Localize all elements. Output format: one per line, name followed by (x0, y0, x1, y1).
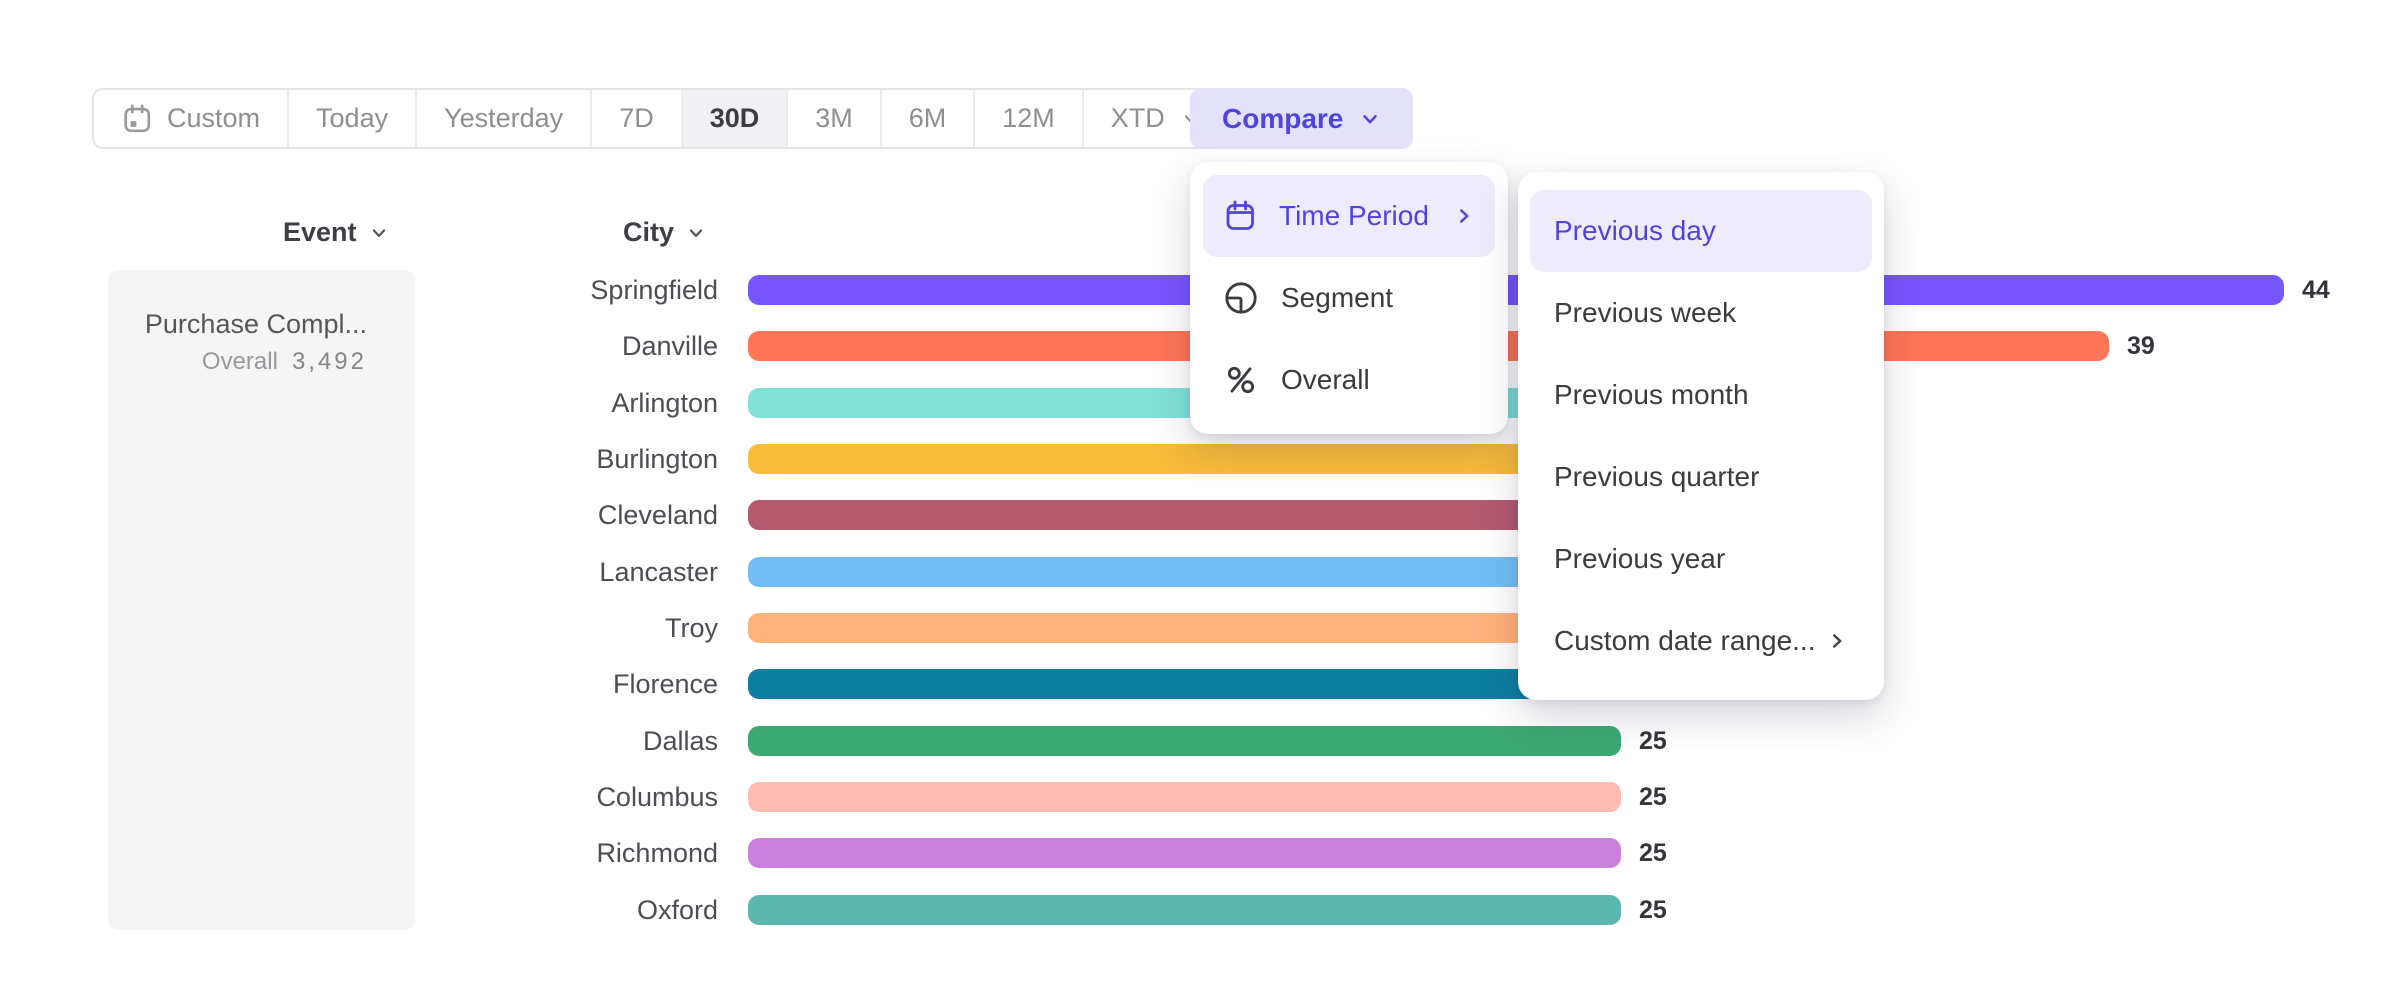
toolbar-item-label: 3M (815, 103, 853, 134)
submenu-item-label: Previous quarter (1554, 461, 1759, 493)
toolbar-item-6m[interactable]: 6M (882, 90, 976, 147)
bar-value-label: 25 (1639, 726, 1667, 756)
toolbar-item-today[interactable]: Today (289, 90, 417, 147)
compare-button[interactable]: Compare (1190, 88, 1413, 149)
submenu-item-previous-quarter[interactable]: Previous quarter (1530, 436, 1872, 518)
toolbar-item-label: 6M (909, 103, 947, 134)
bar-category-label: Cleveland (380, 500, 718, 530)
submenu-item-previous-week[interactable]: Previous week (1530, 272, 1872, 354)
chevron-down-icon (369, 223, 389, 243)
bar-oxford[interactable] (748, 895, 1621, 925)
bar-category-label: Oxford (380, 895, 718, 925)
calendar-icon (121, 103, 153, 135)
submenu-item-label: Previous month (1554, 379, 1749, 411)
bar-dallas[interactable] (748, 726, 1621, 756)
bar-category-label: Troy (380, 613, 718, 643)
submenu-item-label: Custom date range... (1554, 625, 1815, 657)
compare-menu-item-overall[interactable]: Overall (1203, 339, 1495, 421)
event-column-header[interactable]: Event (283, 217, 389, 248)
toolbar-item-12m[interactable]: 12M (975, 90, 1084, 147)
bar-value-label: 25 (1639, 838, 1667, 868)
toolbar-item-label: 12M (1002, 103, 1055, 134)
bar-richmond[interactable] (748, 838, 1621, 868)
menu-item-label: Overall (1281, 364, 1370, 396)
submenu-item-label: Previous week (1554, 297, 1736, 329)
submenu-item-previous-year[interactable]: Previous year (1530, 518, 1872, 600)
submenu-item-label: Previous day (1554, 215, 1716, 247)
event-column-label: Event (283, 217, 357, 248)
bar-value-label: 25 (1639, 895, 1667, 925)
bar-category-label: Florence (380, 669, 718, 699)
city-column-label: City (623, 217, 674, 248)
event-name: Purchase Compl... (128, 308, 367, 340)
submenu-item-previous-month[interactable]: Previous month (1530, 354, 1872, 436)
chevron-right-icon (1826, 630, 1848, 652)
toolbar-item-30d[interactable]: 30D (683, 90, 789, 147)
toolbar-item-label: Yesterday (444, 103, 563, 134)
toolbar-item-7d[interactable]: 7D (592, 90, 683, 147)
toolbar-item-label: Custom (167, 103, 260, 134)
compare-button-label: Compare (1222, 103, 1343, 135)
calendar-lined-icon (1223, 199, 1257, 233)
segment-icon (1223, 280, 1259, 316)
bar-value-label: 44 (2302, 275, 2330, 305)
bar-category-label: Dallas (380, 726, 718, 756)
event-metric: Overall 3,492 (128, 348, 367, 376)
date-range-toolbar: Custom Today Yesterday 7D 30D 3M 6M 12M XTD (92, 88, 1230, 149)
toolbar-item-custom[interactable]: Custom (94, 90, 289, 147)
percent-icon (1223, 362, 1259, 398)
chevron-down-icon (1359, 108, 1381, 130)
toolbar-item-label: Today (316, 103, 388, 134)
time-period-submenu: Previous day Previous week Previous month P… (1518, 172, 1884, 700)
bar-category-label: Danville (380, 331, 718, 361)
toolbar-item-label: XTD (1111, 103, 1165, 134)
submenu-item-custom-date-range[interactable]: Custom date range... (1530, 600, 1872, 682)
toolbar-item-label: 7D (619, 103, 654, 134)
bar-category-label: Columbus (380, 782, 718, 812)
bar-category-label: Springfield (380, 275, 718, 305)
bar-value-label: 39 (2127, 331, 2155, 361)
submenu-item-label: Previous year (1554, 543, 1725, 575)
chevron-right-icon (1453, 205, 1475, 227)
bar-category-label: Lancaster (380, 557, 718, 587)
event-metric-label: Overall (202, 348, 278, 375)
bar-value-label: 25 (1639, 782, 1667, 812)
bar-columbus[interactable] (748, 782, 1621, 812)
toolbar-item-yesterday[interactable]: Yesterday (417, 90, 592, 147)
menu-item-label: Time Period (1279, 200, 1429, 232)
menu-item-label: Segment (1281, 282, 1393, 314)
submenu-item-previous-day[interactable]: Previous day (1530, 190, 1872, 272)
city-column-header[interactable]: City (623, 217, 706, 248)
compare-menu-item-time-period[interactable]: Time Period (1203, 175, 1495, 257)
toolbar-item-label: 30D (710, 103, 760, 134)
bar-category-label: Burlington (380, 444, 718, 474)
compare-dropdown-menu: Time Period Segment Overall (1190, 162, 1508, 434)
compare-menu-item-segment[interactable]: Segment (1203, 257, 1495, 339)
bar-category-label: Arlington (380, 388, 718, 418)
bar-springfield[interactable] (748, 275, 2284, 305)
toolbar-item-3m[interactable]: 3M (788, 90, 882, 147)
event-card[interactable]: Purchase Compl... Overall 3,492 (108, 270, 415, 930)
event-metric-value: 3,492 (292, 348, 367, 375)
chevron-down-icon (686, 223, 706, 243)
bar-category-label: Richmond (380, 838, 718, 868)
